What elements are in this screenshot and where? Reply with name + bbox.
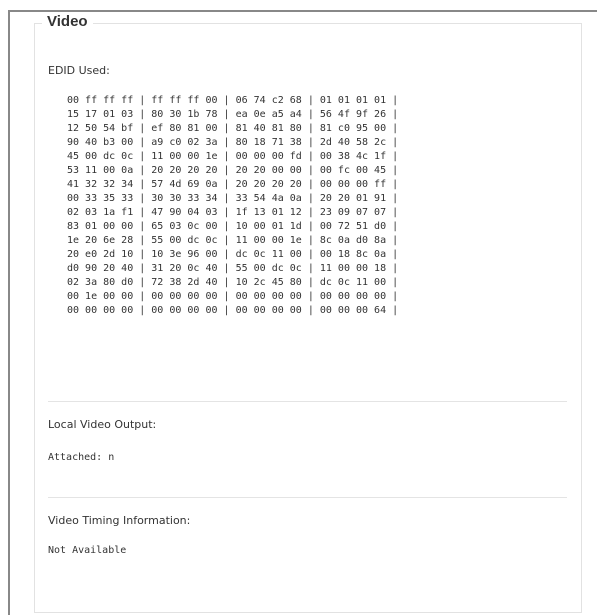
attached-status: Attached: n bbox=[48, 452, 115, 463]
edid-row: 00 33 35 33 | 30 30 33 34 | 33 54 4a 0a … bbox=[67, 193, 399, 204]
divider bbox=[48, 401, 567, 402]
edid-row: 02 3a 80 d0 | 72 38 2d 40 | 10 2c 45 80 … bbox=[67, 277, 399, 288]
edid-row: 00 1e 00 00 | 00 00 00 00 | 00 00 00 00 … bbox=[67, 291, 399, 302]
edid-row: 1e 20 6e 28 | 55 00 dc 0c | 11 00 00 1e … bbox=[67, 235, 399, 246]
section-title: Video bbox=[42, 13, 93, 31]
edid-row: 00 ff ff ff | ff ff ff 00 | 06 74 c2 68 … bbox=[67, 95, 399, 106]
divider bbox=[48, 497, 567, 498]
edid-row: 41 32 32 34 | 57 4d 69 0a | 20 20 20 20 … bbox=[67, 179, 399, 190]
edid-row: 12 50 54 bf | ef 80 81 00 | 81 40 81 80 … bbox=[67, 123, 399, 134]
edid-row: 02 03 1a f1 | 47 90 04 03 | 1f 13 01 12 … bbox=[67, 207, 399, 218]
local-video-output-label: Local Video Output: bbox=[48, 418, 157, 431]
edid-label: EDID Used: bbox=[48, 64, 110, 77]
edid-row: 20 e0 2d 10 | 10 3e 96 00 | dc 0c 11 00 … bbox=[67, 249, 399, 260]
edid-row: 45 00 dc 0c | 11 00 00 1e | 00 00 00 fd … bbox=[67, 151, 399, 162]
video-timing-value: Not Available bbox=[48, 545, 127, 556]
edid-hex-dump: 00 ff ff ff | ff ff ff 00 | 06 74 c2 68 … bbox=[67, 94, 398, 318]
edid-row: 90 40 b3 00 | a9 c0 02 3a | 80 18 71 38 … bbox=[67, 137, 399, 148]
edid-row: 15 17 01 03 | 80 30 1b 78 | ea 0e a5 a4 … bbox=[67, 109, 399, 120]
video-timing-label: Video Timing Information: bbox=[48, 514, 191, 527]
edid-row: 00 00 00 00 | 00 00 00 00 | 00 00 00 00 … bbox=[67, 305, 399, 316]
edid-row: 53 11 00 0a | 20 20 20 20 | 20 20 00 00 … bbox=[67, 165, 399, 176]
edid-row: 83 01 00 00 | 65 03 0c 00 | 10 00 01 1d … bbox=[67, 221, 399, 232]
edid-row: d0 90 20 40 | 31 20 0c 40 | 55 00 dc 0c … bbox=[67, 263, 399, 274]
video-info-page: Video EDID Used: 00 ff ff ff | ff ff ff … bbox=[0, 0, 597, 615]
